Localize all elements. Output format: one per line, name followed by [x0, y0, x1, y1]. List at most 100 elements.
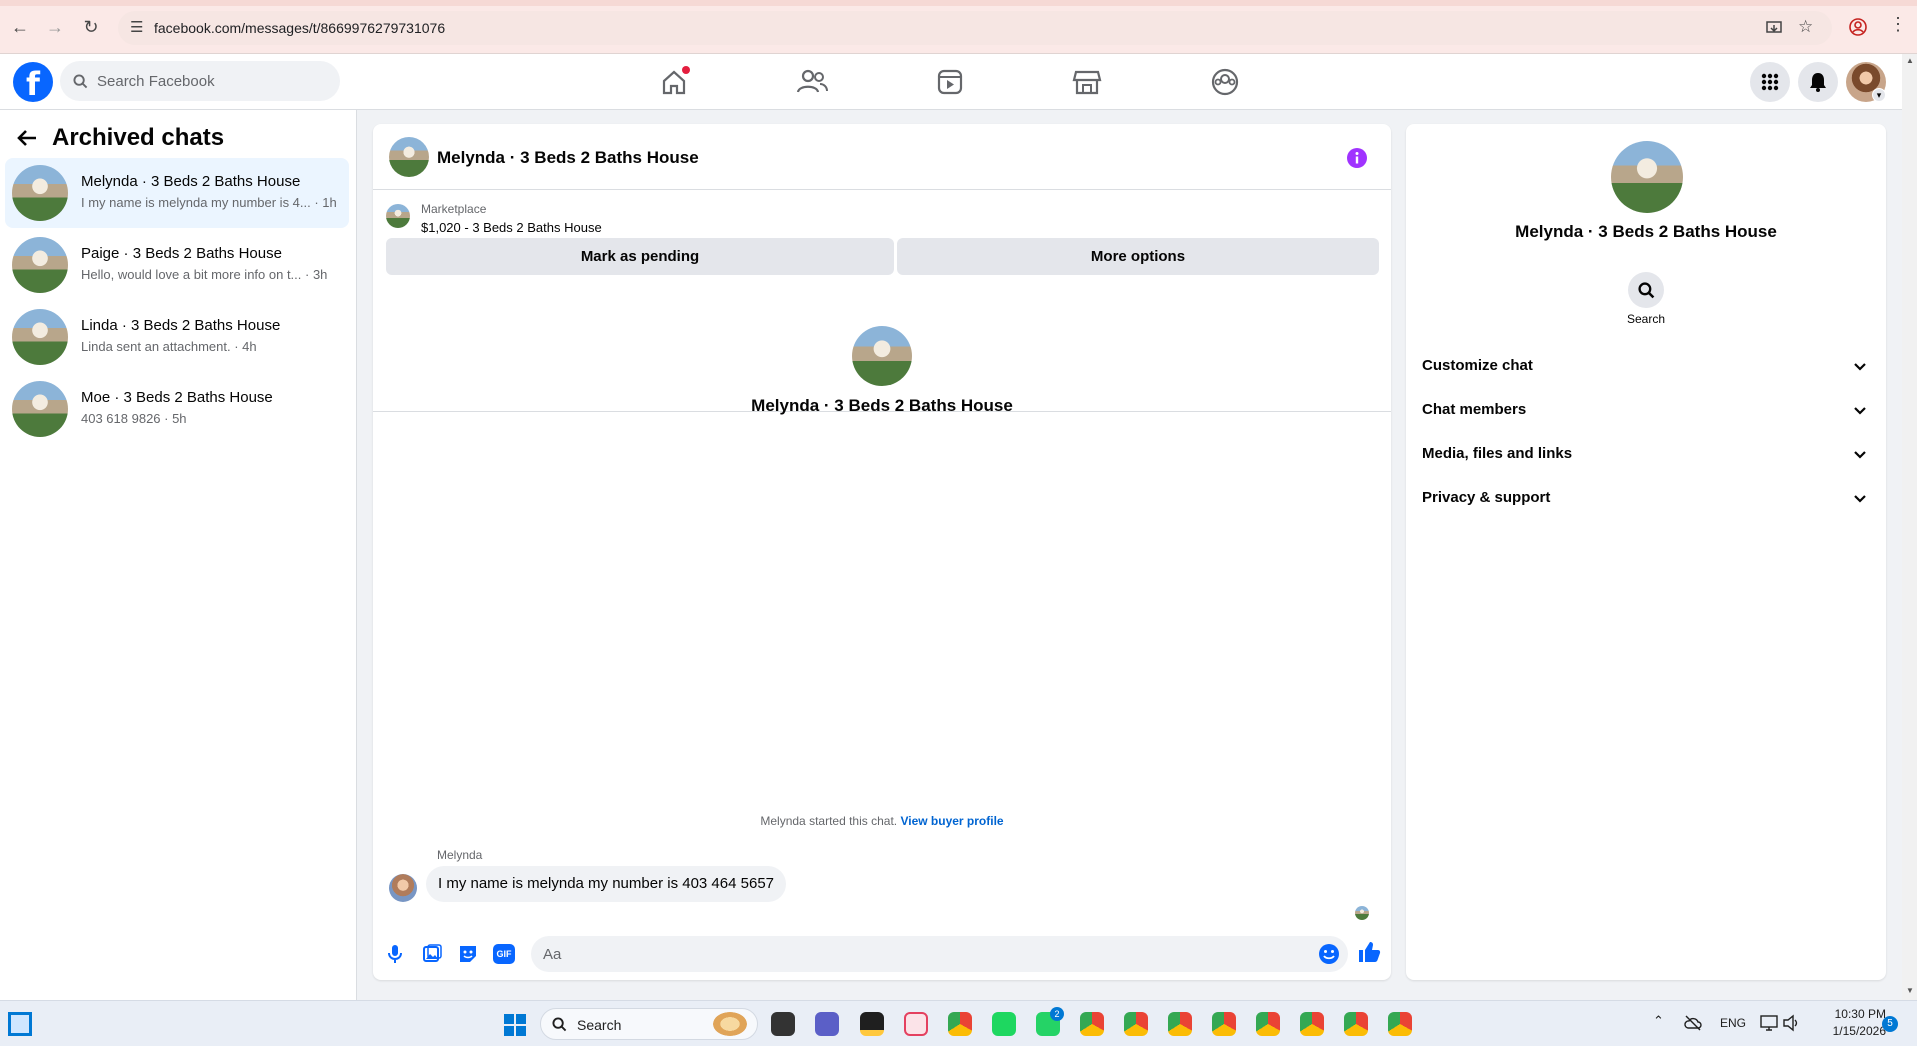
address-bar[interactable]: ☰ facebook.com/messages/t/86699762797310… — [118, 11, 1832, 45]
language-indicator[interactable]: ENG — [1720, 1016, 1746, 1030]
notifications-button[interactable] — [1798, 62, 1838, 102]
gif-icon[interactable]: GIF — [493, 944, 515, 964]
show-hidden-icons-icon[interactable]: ⌃ — [1653, 1013, 1664, 1029]
scroll-up-icon[interactable]: ▲ — [1906, 56, 1914, 65]
chat-preview: Linda sent an attachment. · 4h — [81, 339, 257, 354]
microphone-icon[interactable] — [387, 944, 403, 964]
browser-menu-icon[interactable]: ⋮ — [1889, 14, 1907, 35]
info-icon[interactable] — [1347, 148, 1367, 168]
chevron-down-icon[interactable]: ▾ — [1872, 88, 1886, 102]
chat-avatar — [12, 165, 68, 221]
reload-icon[interactable]: ↻ — [78, 14, 104, 40]
chat-name: Paige · 3 Beds 2 Baths House — [81, 245, 282, 262]
mark-as-pending-button[interactable]: Mark as pending — [386, 238, 894, 275]
chat-item-moe[interactable]: Moe · 3 Beds 2 Baths House 403 618 9826 … — [5, 374, 349, 444]
url-text: facebook.com/messages/t/8669976279731076 — [154, 20, 446, 36]
whatsapp-badge: 2 — [1050, 1007, 1064, 1021]
snipping-tool-icon[interactable] — [904, 1012, 928, 1036]
like-thumb-icon[interactable] — [1357, 940, 1381, 964]
facebook-header: f Search Facebook ▾ — [0, 54, 1902, 110]
notification-count-badge[interactable]: 5 — [1882, 1016, 1898, 1032]
chrome-profile-icon[interactable] — [1256, 1012, 1280, 1036]
sticky-notes-icon[interactable] — [860, 1012, 884, 1036]
menu-grid-button[interactable] — [1750, 62, 1790, 102]
scroll-down-icon[interactable]: ▼ — [1906, 986, 1914, 995]
sender-avatar[interactable] — [389, 874, 417, 902]
windows-start-icon[interactable] — [503, 1013, 527, 1037]
chat-details-panel: Melynda · 3 Beds 2 Baths House Search Cu… — [1406, 124, 1886, 980]
back-arrow-icon[interactable] — [16, 128, 38, 148]
chrome-profile-icon[interactable] — [1388, 1012, 1412, 1036]
clock-date: 1/15/2026 — [1832, 1024, 1886, 1038]
chrome-profile-icon[interactable] — [1300, 1012, 1324, 1036]
bookmark-star-icon[interactable]: ☆ — [1798, 17, 1813, 37]
chat-preview: Hello, would love a bit more info on t..… — [81, 267, 328, 282]
marketplace-icon[interactable] — [1067, 64, 1107, 100]
media-files-links-section[interactable]: Media, files and links — [1422, 434, 1870, 474]
more-options-button[interactable]: More options — [897, 238, 1379, 275]
taskbar-search-label: Search — [577, 1017, 622, 1033]
chat-started-notice: Melynda started this chat. View buyer pr… — [373, 814, 1391, 828]
started-text: Melynda started this chat. — [760, 814, 898, 828]
details-avatar[interactable] — [1611, 141, 1683, 213]
network-icon[interactable] — [1760, 1014, 1778, 1032]
video-icon[interactable] — [930, 64, 970, 100]
chat-item-paige[interactable]: Paige · 3 Beds 2 Baths House Hello, woul… — [5, 230, 349, 300]
conversation-title[interactable]: Melynda · 3 Beds 2 Baths House — [437, 148, 699, 168]
emoji-icon[interactable] — [1318, 943, 1340, 965]
message-composer[interactable]: Aa — [531, 936, 1348, 972]
chat-members-section[interactable]: Chat members — [1422, 390, 1870, 430]
listing-title[interactable]: $1,020 - 3 Beds 2 Baths House — [421, 220, 602, 235]
sticker-icon[interactable] — [458, 944, 478, 964]
teams-icon[interactable] — [815, 1012, 839, 1036]
privacy-support-section[interactable]: Privacy & support — [1422, 478, 1870, 518]
chrome-profile-icon[interactable] — [1344, 1012, 1368, 1036]
customize-chat-section[interactable]: Customize chat — [1422, 346, 1870, 386]
groups-icon[interactable] — [1205, 64, 1245, 100]
photo-icon[interactable] — [422, 944, 442, 964]
search-placeholder: Search Facebook — [97, 73, 215, 90]
details-name: Melynda · 3 Beds 2 Baths House — [1515, 222, 1777, 241]
search-highlight-icon — [713, 1012, 747, 1036]
chat-item-linda[interactable]: Linda · 3 Beds 2 Baths House Linda sent … — [5, 302, 349, 372]
install-app-icon[interactable] — [1766, 20, 1782, 36]
archived-chats-sidebar: Archived chats Melynda · 3 Beds 2 Baths … — [0, 110, 357, 1000]
chrome-profile-icon[interactable] — [1124, 1012, 1148, 1036]
chrome-profile-icon[interactable] — [1168, 1012, 1192, 1036]
home-icon[interactable] — [654, 64, 694, 100]
browser-chrome: ← → ↻ ☰ facebook.com/messages/t/86699762… — [0, 0, 1917, 54]
section-label: Media, files and links — [1422, 445, 1573, 462]
friends-icon[interactable] — [792, 64, 832, 100]
chevron-down-icon — [1854, 451, 1866, 459]
taskbar-clock[interactable]: 10:30 PM 1/15/2026 — [1806, 1007, 1886, 1038]
chrome-profile-icon[interactable] — [1080, 1012, 1104, 1036]
profile-icon[interactable] — [1849, 18, 1867, 36]
facebook-search-input[interactable]: Search Facebook — [60, 61, 340, 101]
conversation-avatar[interactable] — [389, 137, 429, 177]
search-icon — [73, 74, 88, 89]
back-icon[interactable]: ← — [7, 14, 33, 40]
site-settings-icon[interactable]: ☰ — [130, 18, 143, 36]
intro-avatar[interactable] — [852, 326, 912, 386]
taskbar-search[interactable]: Search — [540, 1008, 758, 1040]
chevron-down-icon — [1854, 495, 1866, 503]
listing-thumbnail[interactable] — [386, 204, 410, 228]
marketplace-label: Marketplace — [421, 202, 487, 216]
page-scrollbar[interactable]: ▲ ▼ — [1902, 54, 1917, 1000]
chat-avatar — [12, 237, 68, 293]
view-buyer-profile-link[interactable]: View buyer profile — [900, 814, 1003, 828]
cloud-off-icon[interactable] — [1684, 1015, 1702, 1031]
message-bubble[interactable]: I my name is melynda my number is 403 46… — [426, 866, 786, 902]
task-view-icon[interactable] — [771, 1012, 795, 1036]
facebook-logo-icon[interactable]: f — [13, 62, 53, 103]
details-search-button[interactable] — [1628, 272, 1664, 308]
volume-icon[interactable] — [1782, 1014, 1800, 1032]
widgets-icon[interactable] — [8, 1012, 32, 1036]
spotify-icon[interactable] — [992, 1012, 1016, 1036]
tab-strip — [0, 0, 1917, 6]
seen-avatar — [1355, 906, 1369, 920]
chrome-icon[interactable] — [948, 1012, 972, 1036]
chrome-profile-icon[interactable] — [1212, 1012, 1236, 1036]
forward-icon[interactable]: → — [42, 14, 68, 40]
chat-item-melynda[interactable]: Melynda · 3 Beds 2 Baths House I my name… — [5, 158, 349, 228]
